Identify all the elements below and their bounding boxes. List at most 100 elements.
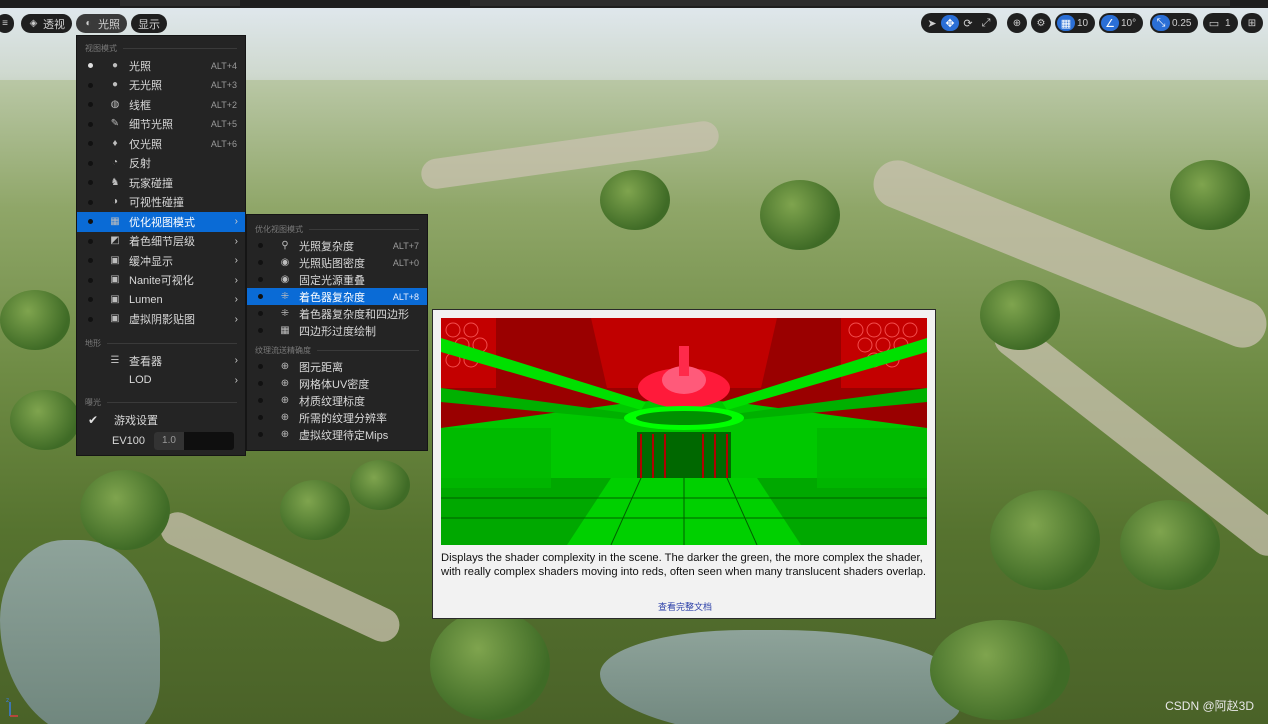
camera-speed-value[interactable]: 1 — [1223, 18, 1236, 29]
texture-streaming-item[interactable]: ⊕ 虚拟纹理待定Mips — [247, 426, 427, 443]
layout-grid-icon: ⊞ — [1247, 17, 1257, 29]
view-mode-item[interactable]: ♞ 玩家碰撞 — [77, 173, 245, 193]
grid-snap-value[interactable]: 10 — [1075, 18, 1093, 29]
full-documentation-link[interactable]: 查看完整文档 — [433, 600, 937, 613]
view-mode-item[interactable]: ◔ 反射 — [77, 154, 245, 174]
view-mode-item[interactable]: ◑ 可视性碰撞 — [77, 193, 245, 213]
camera-speed-button[interactable]: ▭ — [1205, 15, 1223, 31]
visibility-collision-icon: ◑ — [111, 196, 119, 208]
submenu-label: Lumen — [129, 293, 163, 306]
texture-streaming-item[interactable]: ⊕ 材质纹理标度 — [247, 392, 427, 409]
crosshair-icon: ⊕ — [280, 394, 290, 406]
view-mode-submenu-item[interactable]: ▣ 虚拟阴影贴图 › — [77, 310, 245, 330]
shortcut-label: ALT+4 — [210, 60, 237, 71]
grid-snap-control[interactable]: ▦ 10 — [1055, 13, 1096, 33]
radio-indicator — [258, 260, 263, 265]
rotate-tool-button[interactable]: ⟳ — [959, 15, 977, 31]
lit-sphere-icon: ● — [111, 59, 119, 71]
view-mode-label: 可视性碰撞 — [129, 197, 184, 210]
scale-snap-control[interactable]: ⤡ 0.25 — [1150, 13, 1199, 33]
optimization-mode-item[interactable]: ◉ 光照贴图密度 ALT+0 — [247, 254, 427, 271]
optimization-mode-item[interactable]: ⚲ 光照复杂度 ALT+7 — [247, 237, 427, 254]
scale-icon: ⤢ — [981, 16, 991, 29]
lumen-icon: ▣ — [110, 293, 120, 305]
optimization-view-modes-menu: 优化视图模式 ⚲ 光照复杂度 ALT+7 ◉ 光照贴图密度 ALT+0 ◉ 固定光源重叠 ⁜ 着色… — [246, 214, 428, 451]
tree — [760, 180, 840, 250]
pond — [0, 540, 160, 724]
detail-lighting-icon: ✎ — [110, 118, 120, 130]
chevron-right-icon: › — [234, 294, 238, 306]
optimization-mode-item[interactable]: ⁜ 着色器复杂度和四边形 — [247, 305, 427, 322]
tree — [1120, 500, 1220, 590]
tree — [930, 620, 1070, 720]
submenu-label: 缓冲显示 — [129, 255, 173, 268]
view-mode-item[interactable]: ♦ 仅光照 ALT+6 — [77, 134, 245, 154]
radio-indicator — [88, 102, 93, 108]
optimization-mode-item[interactable]: ▦ 四边形过度绘制 — [247, 322, 427, 339]
lighting-mode-button[interactable]: ◐ 光照 — [76, 14, 127, 33]
perspective-button[interactable]: ◈ 透视 — [21, 14, 72, 33]
grid-snap-toggle[interactable]: ▦ — [1057, 15, 1075, 31]
unlit-sphere-icon: ● — [111, 79, 119, 91]
scale-tool-button[interactable]: ⤢ — [977, 15, 995, 31]
view-mode-icon: ◉ — [280, 256, 290, 268]
view-mode-item[interactable]: ● 光照 ALT+4 — [77, 56, 245, 76]
viewport-layout-button[interactable]: ⊞ — [1241, 13, 1263, 33]
view-mode-icon: ⁜ — [280, 307, 290, 319]
view-mode-submenu-item[interactable]: ◩ 着色细节层级 › — [77, 232, 245, 252]
optimization-mode-label: 固定光源重叠 — [299, 274, 365, 287]
rotation-snap-control[interactable]: ∠ 10° — [1099, 13, 1144, 33]
view-mode-icon: ◉ — [280, 273, 290, 285]
texture-streaming-item[interactable]: ⊕ 网格体UV密度 — [247, 375, 427, 392]
world-local-toggle[interactable]: ⊕ — [1007, 13, 1027, 33]
optimization-mode-item[interactable]: ⁜ 着色器复杂度 ALT+8 — [247, 288, 427, 305]
scale-snap-value[interactable]: 0.25 — [1170, 18, 1196, 29]
view-mode-label: 玩家碰撞 — [129, 177, 173, 190]
radio-indicator — [88, 121, 93, 127]
shortcut-label: ALT+5 — [210, 119, 237, 130]
view-mode-item[interactable]: ● 无光照 ALT+3 — [77, 76, 245, 96]
radio-indicator — [88, 277, 93, 283]
select-tool-button[interactable]: ➤ — [923, 15, 941, 31]
radio-indicator — [88, 219, 93, 225]
editor-top-strip — [0, 0, 1268, 8]
view-mode-item[interactable]: ◍ 线框 ALT+2 — [77, 95, 245, 115]
texture-streaming-label: 材质纹理标度 — [299, 395, 365, 408]
lightbulb-icon: ♦ — [112, 137, 118, 149]
radio-indicator — [88, 63, 93, 69]
scale-snap-toggle[interactable]: ⤡ — [1152, 15, 1170, 31]
texture-streaming-item[interactable]: ⊕ 图元距离 — [247, 358, 427, 375]
game-settings-checkbox[interactable]: ✔ 游戏设置 — [77, 410, 245, 430]
landscape-lod-item[interactable]: LOD › — [77, 371, 245, 391]
view-mode-label: 仅光照 — [129, 138, 162, 151]
submenu-label: Nanite可视化 — [129, 275, 194, 288]
optimization-mode-item[interactable]: ◉ 固定光源重叠 — [247, 271, 427, 288]
rotation-snap-value[interactable]: 10° — [1119, 18, 1141, 29]
view-mode-submenu-item[interactable]: ▦ 优化视图模式 › — [77, 212, 245, 232]
hamburger-icon: ≡ — [2, 18, 8, 29]
view-mode-submenu-item[interactable]: ▣ 缓冲显示 › — [77, 251, 245, 271]
buffer-icon: ▣ — [110, 254, 120, 266]
view-mode-label: 细节光照 — [129, 119, 173, 132]
virtual-shadow-map-icon: ▣ — [110, 313, 120, 325]
radio-indicator — [88, 180, 93, 186]
surface-snap-button[interactable]: ⚙ — [1031, 13, 1051, 33]
radio-indicator — [88, 160, 93, 166]
texture-streaming-item[interactable]: ⊕ 所需的纹理分辨率 — [247, 409, 427, 426]
tree — [430, 610, 550, 720]
radio-indicator — [258, 277, 263, 282]
camera-speed-control[interactable]: ▭ 1 — [1203, 13, 1238, 33]
rotation-snap-toggle[interactable]: ∠ — [1101, 15, 1119, 31]
ev100-input[interactable]: 1.0 — [154, 431, 234, 450]
submenu-label: 着色细节层级 — [129, 236, 195, 249]
tree — [600, 170, 670, 230]
tree — [980, 280, 1060, 350]
view-mode-submenu-item[interactable]: ▣ Lumen › — [77, 290, 245, 310]
shortcut-label: ALT+8 — [392, 291, 419, 302]
translate-tool-button[interactable]: ✥ — [941, 15, 959, 31]
view-mode-item[interactable]: ✎ 细节光照 ALT+5 — [77, 115, 245, 135]
view-mode-submenu-item[interactable]: ▣ Nanite可视化 › — [77, 271, 245, 291]
tree — [10, 390, 80, 450]
show-button[interactable]: 显示 — [131, 14, 167, 33]
landscape-viewer-item[interactable]: ☰ 查看器 › — [77, 351, 245, 371]
